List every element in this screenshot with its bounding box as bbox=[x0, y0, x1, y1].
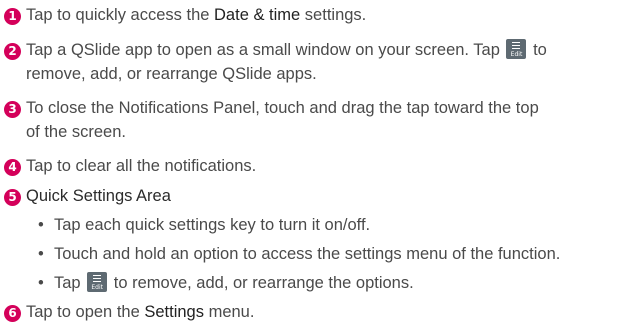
item-2-text: Tap a QSlide app to open as a small wind… bbox=[26, 38, 630, 86]
settings-label: Settings bbox=[144, 303, 204, 321]
bullet-3-post: to remove, add, or rearrange the options… bbox=[109, 274, 414, 292]
item-6-pre: Tap to open the bbox=[26, 303, 145, 321]
edit-icon-label: Edit bbox=[510, 51, 523, 59]
item-1-text: Tap to quickly access the Date & time se… bbox=[26, 3, 630, 27]
number-badge-1: 1 bbox=[4, 8, 21, 25]
number-badge-4: 4 bbox=[4, 159, 21, 176]
item-3-text: To close the Notifications Panel, touch … bbox=[26, 96, 630, 144]
item-2-post: to bbox=[528, 41, 547, 59]
list-item-4: 4 Tap to clear all the notifications. bbox=[4, 154, 630, 178]
edit-icon-label: Edit bbox=[91, 284, 103, 292]
number-badge-2: 2 bbox=[4, 43, 21, 60]
quick-settings-heading: Quick Settings Area bbox=[26, 187, 171, 205]
bullet-glyph: • bbox=[38, 216, 44, 234]
edit-icon: Edit bbox=[87, 272, 108, 293]
list-item-2: 2 Tap a QSlide app to open as a small wi… bbox=[4, 38, 630, 86]
list-item-3: 3 To close the Notifications Panel, touc… bbox=[4, 96, 630, 144]
bullet-item-2: • Touch and hold an option to access the … bbox=[38, 242, 630, 266]
bullet-3-pre: Tap bbox=[54, 274, 86, 292]
bullet-item-3: • Tap Edit to remove, add, or rearrange t… bbox=[38, 271, 630, 295]
bullet-glyph: • bbox=[38, 245, 44, 263]
list-item-6: 6 Tap to open the Settings menu. bbox=[4, 300, 630, 324]
item-1-pre: Tap to quickly access the bbox=[26, 6, 215, 24]
item-3-line1: To close the Notifications Panel, touch … bbox=[26, 99, 539, 117]
item-2-pre: Tap a QSlide app to open as a small wind… bbox=[26, 41, 505, 59]
bullet-2-text: Touch and hold an option to access the s… bbox=[54, 245, 561, 263]
item-6-post: menu. bbox=[203, 303, 255, 321]
item-4-text: Tap to clear all the notifications. bbox=[26, 157, 257, 175]
bullet-glyph: • bbox=[38, 274, 44, 292]
item-2-line2: remove, add, or rearrange QSlide apps. bbox=[26, 65, 317, 83]
bullet-1-text: Tap each quick settings key to turn it o… bbox=[54, 216, 371, 234]
date-time-label: Date & time bbox=[214, 6, 301, 24]
number-badge-6: 6 bbox=[4, 305, 21, 322]
edit-icon: Edit bbox=[506, 39, 527, 60]
item-3-line2: of the screen. bbox=[26, 123, 126, 141]
item-1-post: settings. bbox=[300, 6, 367, 24]
item-6-text: Tap to open the Settings menu. bbox=[26, 300, 630, 324]
number-badge-5: 5 bbox=[4, 189, 21, 206]
number-badge-3: 3 bbox=[4, 101, 21, 118]
bullet-item-1: • Tap each quick settings key to turn it … bbox=[38, 213, 630, 237]
list-item-5: 5 Quick Settings Area bbox=[4, 184, 630, 208]
list-item-1: 1 Tap to quickly access the Date & time … bbox=[4, 3, 630, 27]
